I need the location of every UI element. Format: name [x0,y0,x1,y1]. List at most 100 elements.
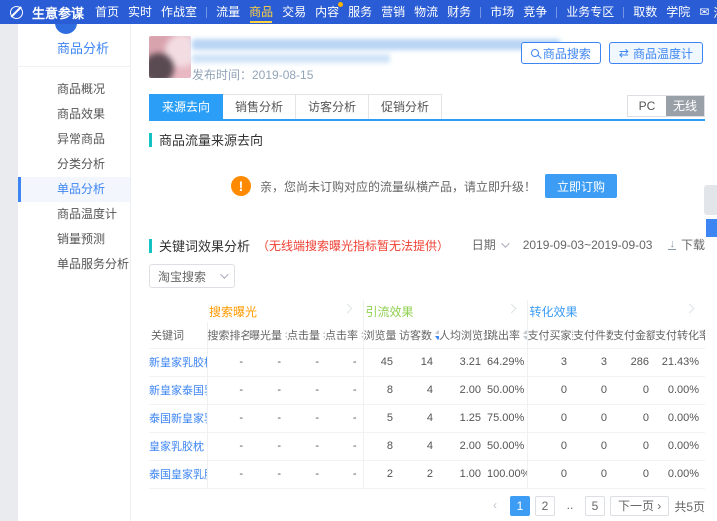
nav-item[interactable]: 业务专区 [566,0,614,24]
metric-cell: 4 [399,431,440,460]
column-header[interactable]: 曝光量 [249,322,287,348]
sidebar-item[interactable]: 商品概况 [18,77,130,102]
chevron-down-icon [500,238,510,248]
metric-cell: 4 [399,375,440,404]
nav-item[interactable]: 商品 [249,0,273,24]
page-button[interactable]: 2 [534,496,555,516]
sidebar-item[interactable]: 销量预测 [18,227,130,252]
sidebar-item[interactable]: 单品服务分析 [18,252,130,277]
metric-cell: - [206,375,249,404]
download-button[interactable]: ↓ 下载 [668,236,705,253]
search-icon [530,49,539,57]
nav-item[interactable]: 内容 [315,0,344,24]
metric-cell: 0 [613,459,656,489]
section-flow-title: 商品流量来源去向 [149,130,263,149]
nav-item[interactable]: 实时 [128,0,152,24]
column-header[interactable]: 搜索排名 [206,322,249,348]
keyword-link[interactable]: 新皇家乳胶枕 [149,347,207,376]
source-select[interactable]: 淘宝搜索 [149,264,235,288]
sidebar-item[interactable]: 分类分析 [18,152,130,177]
message-label: 消息 [713,4,717,21]
metric-cell: 0 [613,375,656,404]
table-row: 泰国皇家乳胶----221.00100.00%0000.00% [149,459,706,489]
metric-cell: 45 [362,347,400,376]
metric-cell: 0 [526,431,574,460]
metric-cell: 75.00% [487,403,528,432]
nav-item[interactable]: 交易 [282,0,306,24]
keyword-link[interactable]: 泰国新皇家乳 [149,403,207,432]
sidebar: 商品分析 商品概况 商品效果 异常商品 分类分析 单品分析 商品温度计 销量预测 单品服务分析 [18,12,131,521]
toggle-wireless[interactable]: 无线 [666,96,704,116]
tab[interactable]: 来源去向 [149,94,224,121]
keyword-link[interactable]: 皇家乳胶枕 [149,431,207,460]
metric-cell: - [249,459,287,489]
swap-icon: ⇄ [618,46,629,60]
nav-item[interactable]: 财务 [447,0,471,24]
floating-widget-button[interactable] [706,219,717,237]
column-header[interactable]: 点击量 [287,322,325,348]
date-dropdown[interactable]: 日期 [472,236,510,253]
envelope-icon: ✉ [699,5,710,19]
sidebar-item[interactable]: 异常商品 [18,127,130,152]
column-header[interactable]: 浏览量 [362,322,400,348]
sidebar-item[interactable]: 商品效果 [18,102,130,127]
metric-cell: - [287,459,325,489]
metric-cell: - [325,459,364,489]
publish-date: 发布时间：2019-08-15 [192,68,314,82]
metric-cell: 50.00% [487,431,528,460]
metric-cell: - [287,403,325,432]
nav-item[interactable]: 市场 [490,0,514,24]
nav-item[interactable]: 学院 [666,0,690,24]
metric-cell: 14 [399,347,440,376]
column-header: 关键词 [151,329,184,342]
keyword-link[interactable]: 新皇家泰国乳 [149,375,207,404]
keyword-link[interactable]: 泰国皇家乳胶 [149,459,207,489]
product-search-button[interactable]: 商品搜索 [520,42,601,64]
column-header[interactable]: 人均浏览量 [439,322,487,348]
upgrade-notice: ! 亲，您尚未订购对应的流量纵横产品，请立即升级！ 立即订购 [131,174,717,198]
nav-item[interactable]: 取数 [633,0,657,24]
nav-item[interactable]: 营销 [381,0,405,24]
tabs: 来源去向 销售分析 访客分析 促销分析 [149,94,705,121]
brand-logo-icon [10,5,23,19]
collapsed-rail [0,24,18,521]
nav-item[interactable]: 物流 [414,0,438,24]
page-button[interactable]: 1 [509,496,530,516]
column-header[interactable]: 支付转化率 [655,322,705,348]
tab[interactable]: 访客分析 [296,94,370,119]
column-header[interactable]: 跳出率 [487,322,528,348]
date-range[interactable]: 2019-09-03~2019-09-03 [523,238,653,252]
order-now-button[interactable]: 立即订购 [545,174,618,198]
nav-item[interactable]: 服务 [348,0,372,24]
toggle-pc[interactable]: PC [628,96,666,116]
nav-item[interactable]: 首页 [95,0,119,24]
message-button[interactable]: ✉ 消息 [699,4,717,21]
metric-cell: 0.00% [655,459,706,489]
metric-cell: 64.29% [487,347,528,376]
product-thermometer-button[interactable]: ⇄ 商品温度计 [608,42,703,64]
column-group-label: 转化效果 [526,300,706,322]
prev-page-icon[interactable]: ‹ [484,496,505,516]
column-header[interactable]: 点击率 [325,322,364,348]
table-row: 泰国新皇家乳----541.2575.00%0000.00% [149,403,706,432]
metric-cell: 5 [362,403,400,432]
sidebar-item[interactable]: 单品分析 [18,177,130,202]
column-header[interactable]: 支付金额 [613,322,655,348]
sidebar-item[interactable]: 商品温度计 [18,202,130,227]
brand-title[interactable]: 生意参谋 [32,3,84,22]
metric-cell: 100.00% [487,459,528,489]
page-button[interactable]: 5 [584,496,605,516]
group-chevron-icon [506,303,516,314]
product-subtitle-redacted [192,54,390,63]
tab[interactable]: 促销分析 [369,94,443,119]
column-header[interactable]: 支付件数 [573,322,613,348]
nav-item[interactable]: 竞争 [523,0,547,24]
column-header[interactable]: 访客数 [399,322,440,348]
metric-cell: 0 [526,459,574,489]
tab[interactable]: 销售分析 [223,94,297,119]
floating-widget-tab[interactable] [704,185,717,215]
next-page-button[interactable]: 下一页 › [609,496,670,516]
nav-item[interactable]: 流量 [216,0,240,24]
column-group-label: 引流效果 [362,300,528,322]
nav-item[interactable]: 作战室 [161,0,197,24]
